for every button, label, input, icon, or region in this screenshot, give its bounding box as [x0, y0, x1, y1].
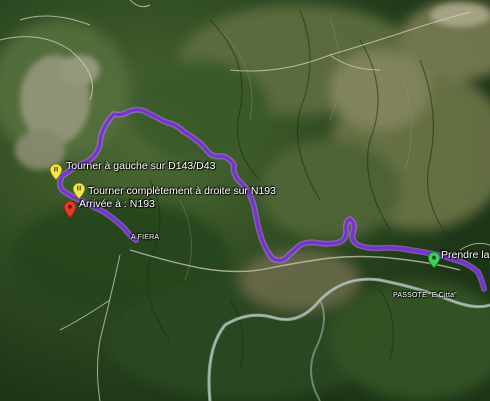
green-start-pin-icon[interactable]	[428, 252, 440, 268]
turn-right-label[interactable]: Tourner complètement à droite sur N193	[88, 186, 276, 197]
arrival-label[interactable]: Arrivée à : N193	[79, 199, 155, 210]
yellow-instruction-pin-icon[interactable]	[73, 183, 85, 199]
yellow-instruction-pin-icon[interactable]	[50, 164, 62, 180]
turn-left-label[interactable]: Tourner à gauche sur D143/D43	[66, 161, 215, 172]
start-label[interactable]: Prendre la	[441, 250, 489, 261]
red-destination-pin-icon[interactable]	[64, 201, 76, 218]
place-label-a-fiera: A FIERA	[131, 234, 160, 241]
place-label-passerelle: PASSOTE "E Citta"	[393, 292, 457, 299]
satellite-map[interactable]: Tourner à gauche sur D143/D43 Tourner co…	[0, 0, 490, 401]
